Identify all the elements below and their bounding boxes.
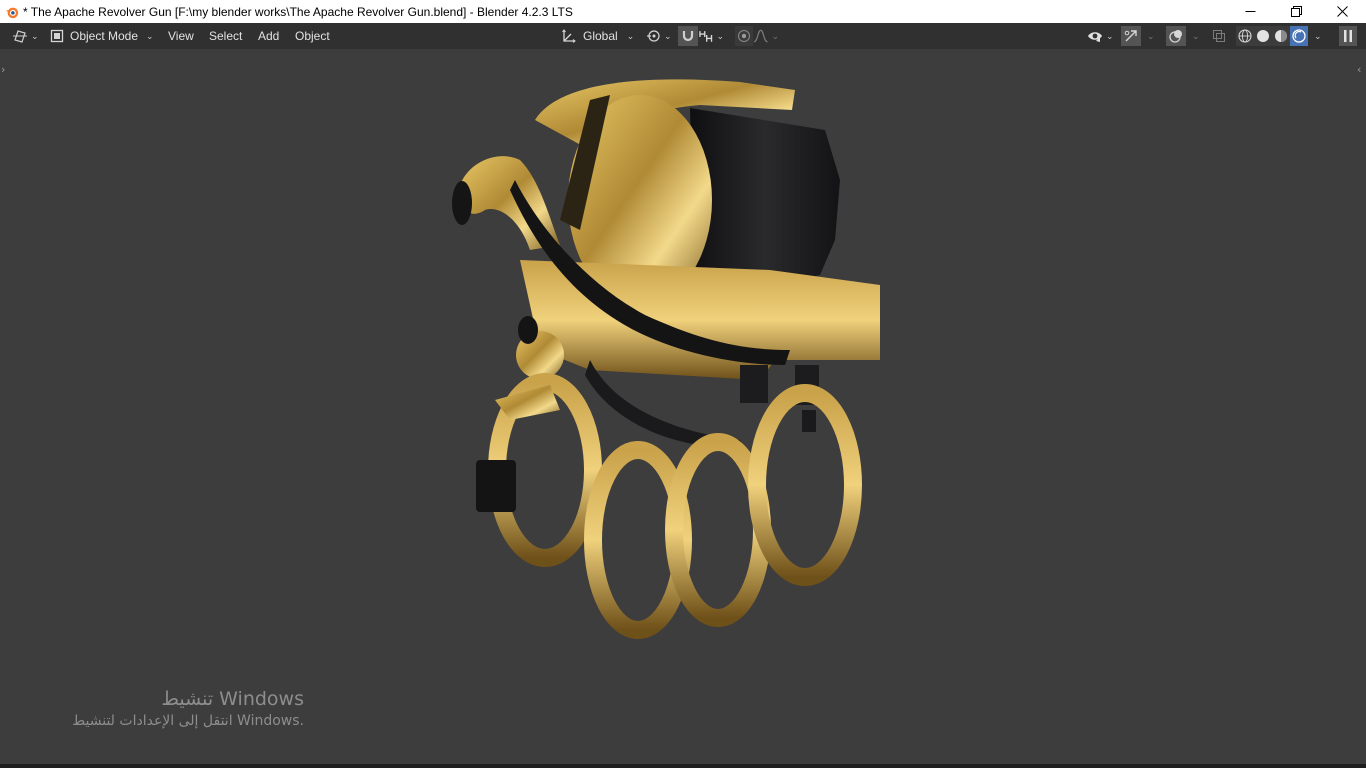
- chevron-down-icon: ⌄: [31, 30, 39, 41]
- xray-icon: [1213, 30, 1225, 42]
- chevron-down-icon: ⌄: [716, 30, 724, 41]
- pivot-point-icon: [647, 30, 660, 42]
- sidebar-expand-arrow[interactable]: ‹: [1357, 63, 1361, 76]
- orientation-icon: [562, 29, 576, 43]
- proportional-edit-group: ⌄: [735, 26, 779, 46]
- menu-object[interactable]: Object: [295, 23, 330, 49]
- chevron-down-icon[interactable]: ⌄: [1314, 31, 1322, 42]
- viewport-editor-icon: [13, 30, 27, 43]
- minimize-icon: [1245, 11, 1255, 12]
- chevron-down-icon: ⌄: [146, 30, 154, 41]
- wireframe-shading-button[interactable]: [1236, 26, 1254, 46]
- gizmo-icon: [1124, 30, 1137, 42]
- chevron-down-icon: ⌄: [1106, 30, 1114, 41]
- snap-group: ⌄: [678, 26, 724, 46]
- snap-target-selector[interactable]: ⌄: [698, 26, 724, 46]
- chevron-down-icon: ⌄: [771, 30, 779, 41]
- visibility-selector[interactable]: ⌄: [1087, 23, 1114, 49]
- overlays-group: ⌄: [1166, 26, 1200, 46]
- visibility-eye-icon: [1088, 32, 1102, 42]
- close-button[interactable]: [1319, 0, 1365, 23]
- pivot-point-selector[interactable]: ⌄: [645, 23, 672, 49]
- windows-activation-hint: انتقل إلى الإعدادات لتنشيط Windows.: [72, 713, 304, 729]
- restore-icon: [1290, 6, 1302, 17]
- xray-toggle[interactable]: [1211, 26, 1227, 46]
- minimize-button[interactable]: [1227, 0, 1273, 23]
- falloff-curve-icon: [753, 29, 768, 43]
- falloff-selector[interactable]: ⌄: [753, 26, 779, 46]
- overlays-toggle[interactable]: [1166, 26, 1186, 46]
- shading-modes: ⌄: [1236, 26, 1322, 46]
- wireframe-shading-icon: [1238, 29, 1252, 43]
- mode-label: Object Mode: [70, 29, 139, 43]
- chevron-down-icon[interactable]: ⌄: [1192, 31, 1200, 42]
- blender-logo-icon: [5, 7, 19, 18]
- windows-activation-title: تنشيط Windows: [161, 688, 304, 710]
- rendered-shading-icon: [1292, 29, 1306, 43]
- proportional-edit-icon: [738, 30, 750, 42]
- menu-view[interactable]: View: [168, 23, 194, 49]
- pause-icon: [1344, 30, 1352, 42]
- status-bar-edge: [0, 764, 1366, 768]
- chevron-down-icon[interactable]: ⌄: [1147, 31, 1155, 42]
- solid-shading-button[interactable]: [1254, 26, 1272, 46]
- window-title: * The Apache Revolver Gun [F:\my blender…: [23, 4, 573, 19]
- chevron-down-icon: ⌄: [626, 30, 635, 41]
- rendered-shading-button[interactable]: [1290, 26, 1308, 46]
- orientation-label: Global: [583, 29, 618, 43]
- overlays-icon: [1169, 30, 1182, 43]
- gizmo-toggle[interactable]: [1121, 26, 1141, 46]
- material-preview-button[interactable]: [1272, 26, 1290, 46]
- mode-selector[interactable]: Object Mode ⌄: [49, 23, 154, 49]
- viewport-header: ⌄ Object Mode ⌄ View Select Add Object G…: [0, 23, 1366, 49]
- snap-increment-icon: [699, 31, 713, 42]
- proportional-edit-toggle[interactable]: [735, 26, 753, 46]
- revolver-knuckle-model[interactable]: [440, 70, 900, 670]
- gizmo-group: ⌄: [1121, 26, 1155, 46]
- solid-shading-icon: [1257, 30, 1269, 42]
- material-preview-icon: [1275, 30, 1287, 42]
- object-mode-icon: [50, 29, 64, 43]
- snap-magnet-icon: [682, 31, 694, 42]
- editor-type-selector[interactable]: ⌄: [12, 23, 39, 49]
- close-icon: [1336, 6, 1348, 17]
- window-title-bar[interactable]: * The Apache Revolver Gun [F:\my blender…: [0, 0, 1366, 23]
- snap-toggle[interactable]: [678, 26, 698, 46]
- restore-button[interactable]: [1273, 0, 1319, 23]
- chevron-down-icon: ⌄: [664, 30, 672, 41]
- toolbar-expand-arrow[interactable]: ›: [1, 63, 5, 76]
- transform-orientation-selector[interactable]: Global ⌄: [561, 23, 634, 49]
- menu-select[interactable]: Select: [209, 23, 242, 49]
- menu-add[interactable]: Add: [258, 23, 279, 49]
- pause-render-button[interactable]: [1339, 26, 1357, 46]
